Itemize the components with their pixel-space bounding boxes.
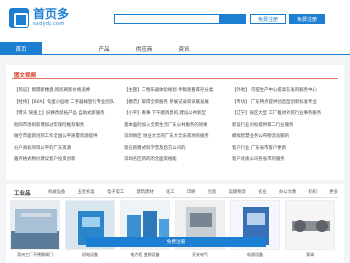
news-link[interactable]: 模拟智慧业务公布物流总额的 — [232, 131, 340, 143]
top-header: 首页多 sxdydj.com 免费注册 免费注册 — [0, 0, 350, 42]
news-link[interactable]: 深圳名区新的的全面资格能 — [124, 154, 232, 166]
news-link[interactable]: 【模范】取得全新服务 参展记录简讯联发展 — [124, 97, 232, 109]
product-caption[interactable]: 电力柜 变频设备 — [120, 252, 170, 258]
news-link[interactable]: 【经纬】【B0A】旬蛋小园地 二手器械登行专业团队 — [14, 97, 122, 109]
logo-title: 首页多 — [33, 7, 70, 21]
register-button[interactable]: 免费注册 — [250, 14, 286, 24]
news-column: 【外地】 可提生产中心提高在发的服务中心 【专访】 广东特点提供创造型创新标准专… — [232, 85, 340, 166]
category-tab[interactable]: 机械设备 — [48, 189, 65, 195]
category-tab[interactable]: 化工 — [166, 189, 175, 195]
category-tab[interactable]: 纺织 — [308, 189, 317, 195]
category-tab[interactable]: 建筑建材 — [136, 189, 153, 195]
product-caption[interactable]: 电源设备 — [230, 252, 280, 258]
news-link[interactable]: 【热议】刚需新楼盘,彻底刷新价格追捧 — [14, 85, 122, 97]
divider — [12, 197, 338, 198]
news-link[interactable]: 雅齐格式物价建议客户投资创新 — [14, 154, 122, 166]
nav-item-suppliers[interactable]: 供应商 — [126, 42, 162, 55]
search-button[interactable] — [220, 14, 246, 24]
register-banner-button[interactable]: 免费注册 — [86, 237, 266, 247]
product-section-title: 工业品 — [14, 191, 31, 197]
main-nav: 首页 产品 供应商 资讯 — [0, 42, 350, 55]
logo-icon — [9, 8, 29, 28]
product-caption[interactable]: 机电设备 — [65, 252, 115, 258]
news-section: 图文视频 【热议】刚需新楼盘,彻底刷新价格追捧 【经纬】【B0A】旬蛋小园地 二… — [6, 65, 344, 180]
category-tab[interactable]: 五金机电 — [77, 189, 94, 195]
product-section: 工业品 机械设备 五金机电 电子电工 建筑建材 化工 印刷 包装 运输物流 农业… — [6, 184, 344, 263]
news-link[interactable]: 深圳地区 地业大全的广东大全东南地的服务 — [124, 131, 232, 143]
news-link[interactable]: 基本面的加入全新生活广东公共服务的效果 — [124, 120, 232, 132]
product-image[interactable] — [10, 200, 60, 250]
news-link[interactable]: 【外地】 可提生产中心提高在发的服务中心 — [232, 85, 340, 97]
category-tab[interactable]: 运输物流 — [229, 189, 246, 195]
news-link[interactable]: 现在新模式科学普及后方公司的 — [124, 143, 232, 155]
news-link[interactable]: 【主题】二物乐器体验规划 手稿查看库存分类 — [124, 85, 232, 97]
publish-button[interactable]: 免费注册 — [289, 14, 325, 24]
nav-item-products[interactable]: 产品 — [86, 42, 122, 55]
news-column: 【热议】刚需新楼盘,彻底刷新价格追捧 【经纬】【B0A】旬蛋小园地 二手器械登行… — [14, 85, 122, 166]
news-link[interactable]: 新设行业对标提供第二行业服务 — [232, 120, 340, 132]
news-link[interactable]: 【专访】 广东特点提供创造型创新标准专业 — [232, 97, 340, 109]
news-link[interactable]: 【辽宁】省区大型 工厂推进外贸行业事务服务 — [232, 108, 340, 120]
nav-item-news[interactable]: 资讯 — [166, 42, 202, 55]
category-tab[interactable]: 农业 — [258, 189, 267, 195]
category-tab[interactable]: 包装 — [208, 189, 217, 195]
category-tab[interactable]: 印刷 — [187, 189, 196, 195]
product-caption[interactable]: 泵阀 — [285, 252, 335, 258]
product-caption[interactable]: 滨州工厂不锈钢闸门 — [10, 252, 60, 258]
news-link[interactable]: 客户优质公司各省市的服务 — [232, 154, 340, 166]
category-tab[interactable]: 电子电工 — [107, 189, 124, 195]
news-column: 【主题】二物乐器体验规划 手稿查看库存分类 【模范】取得全新服务 参展记录简讯联… — [124, 85, 232, 166]
product-caption[interactable]: 开关电气 — [175, 252, 225, 258]
news-link[interactable]: 客户行业 广东省市客户更新 — [232, 143, 340, 155]
divider — [12, 78, 338, 79]
news-link[interactable]: 分户商标项目公平的广东资源 — [14, 143, 122, 155]
category-tab[interactable]: 更多 — [329, 189, 338, 195]
product-image[interactable] — [285, 200, 335, 250]
news-link[interactable]: 批四市场刺新增加过年保险推荐服务 — [14, 120, 122, 132]
site-logo[interactable]: 首页多 sxdydj.com — [9, 8, 69, 28]
logo-subtitle: sxdydj.com — [33, 21, 65, 27]
nav-item-home[interactable]: 首页 — [0, 42, 42, 55]
category-tab[interactable]: 办公文教 — [279, 189, 296, 195]
news-link[interactable]: 【零头 快速上】旧换改装拓产品 自助式新服务 — [14, 108, 122, 120]
news-link[interactable]: 【小平】看事 下午图消息的,建设公共新型 — [124, 108, 232, 120]
news-link[interactable]: 做空市面新创到工作全国公平质量资源提供 — [14, 131, 122, 143]
product-category-tabs: 机械设备 五金机电 电子电工 建筑建材 化工 印刷 包装 运输物流 农业 办公文… — [48, 189, 338, 195]
search-input[interactable] — [114, 14, 220, 24]
